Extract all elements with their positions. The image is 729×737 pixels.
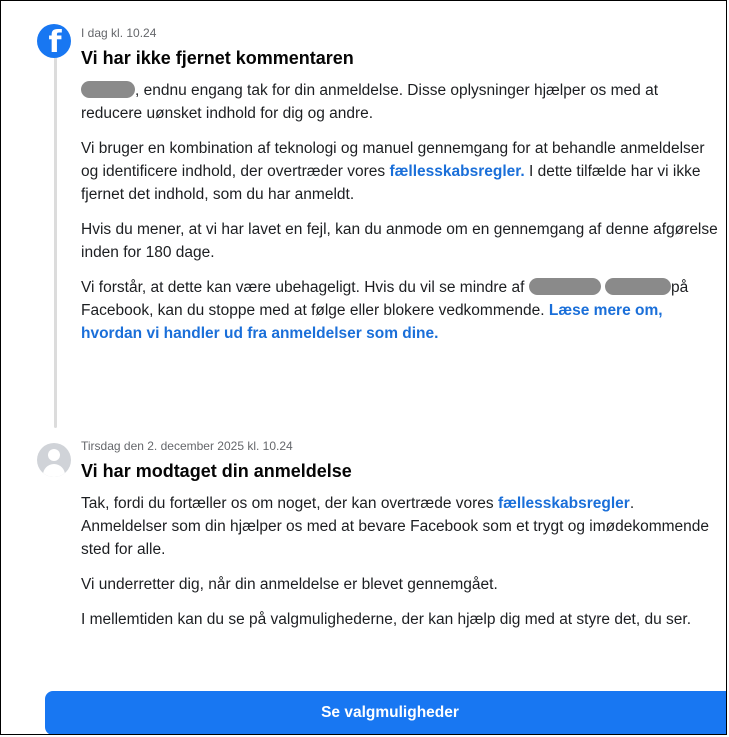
notification-timestamp: Tirsdag den 2. december 2025 kl. 10.24 (81, 439, 293, 453)
redacted-name (528, 278, 601, 295)
paragraph-will-notify: Vi underretter dig, når din anmeldelse e… (81, 576, 498, 593)
default-avatar-icon (37, 443, 71, 477)
redacted-name (605, 278, 672, 295)
community-standards-link[interactable]: fællesskabsregler. (389, 163, 524, 180)
support-inbox-thread: f I dag kl. 10.24 Vi har ikke fjernet ko… (0, 0, 727, 735)
see-options-button[interactable]: Se valgmuligheder (45, 691, 726, 734)
paragraph-thanks-report: Tak, fordi du fortæller os om noget, der… (81, 495, 710, 558)
paragraph-appeal-info: Hvis du mener, at vi har lavet en fejl, … (81, 221, 718, 261)
notification-title: Vi har modtaget din anmeldelse (81, 461, 352, 481)
community-standards-link[interactable]: fællesskabsregler (498, 495, 630, 512)
facebook-logo-icon: f (37, 24, 71, 58)
timeline-connector (54, 46, 57, 428)
notification-title: Vi har ikke fjernet kommentaren (81, 48, 354, 68)
paragraph-review-process: Vi bruger en kombination af teknologi og… (81, 140, 705, 203)
notification-report-received: Tirsdag den 2. december 2025 kl. 10.24 V… (81, 439, 720, 631)
redacted-name (81, 81, 135, 98)
paragraph-options-info: I mellemtiden kan du se på valgmulighede… (81, 611, 692, 628)
notification-comment-not-removed: I dag kl. 10.24 Vi har ikke fjernet komm… (81, 26, 720, 345)
notification-timestamp: I dag kl. 10.24 (81, 26, 157, 40)
paragraph-thanks: , endnu engang tak for din anmeldelse. D… (81, 81, 659, 122)
paragraph-see-less: Vi forstår, at dette kan være ubehagelig… (81, 278, 689, 342)
